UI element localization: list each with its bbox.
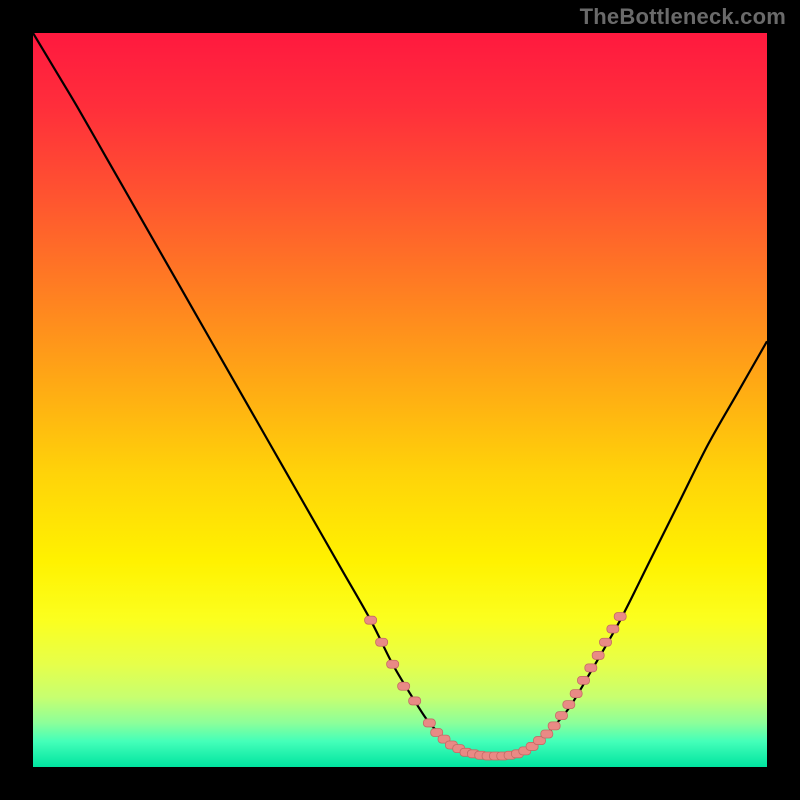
curve-marker xyxy=(548,722,560,730)
curve-marker xyxy=(423,719,435,727)
curve-marker xyxy=(592,651,604,659)
curve-marker xyxy=(555,712,567,720)
curve-marker xyxy=(600,638,612,646)
curve-marker xyxy=(614,613,626,621)
curve-marker xyxy=(409,697,421,705)
curve-marker xyxy=(585,664,597,672)
gradient-background xyxy=(33,33,767,767)
chart-stage: TheBottleneck.com xyxy=(0,0,800,800)
curve-marker xyxy=(365,616,377,624)
curve-marker xyxy=(607,625,619,633)
curve-marker xyxy=(387,660,399,668)
curve-marker xyxy=(541,730,553,738)
curve-marker xyxy=(578,676,590,684)
curve-marker xyxy=(376,638,388,646)
plot-area xyxy=(33,33,767,767)
watermark-text: TheBottleneck.com xyxy=(580,4,786,30)
curve-marker xyxy=(563,701,575,709)
curve-marker xyxy=(398,682,410,690)
curve-marker xyxy=(570,690,582,698)
plot-svg xyxy=(33,33,767,767)
